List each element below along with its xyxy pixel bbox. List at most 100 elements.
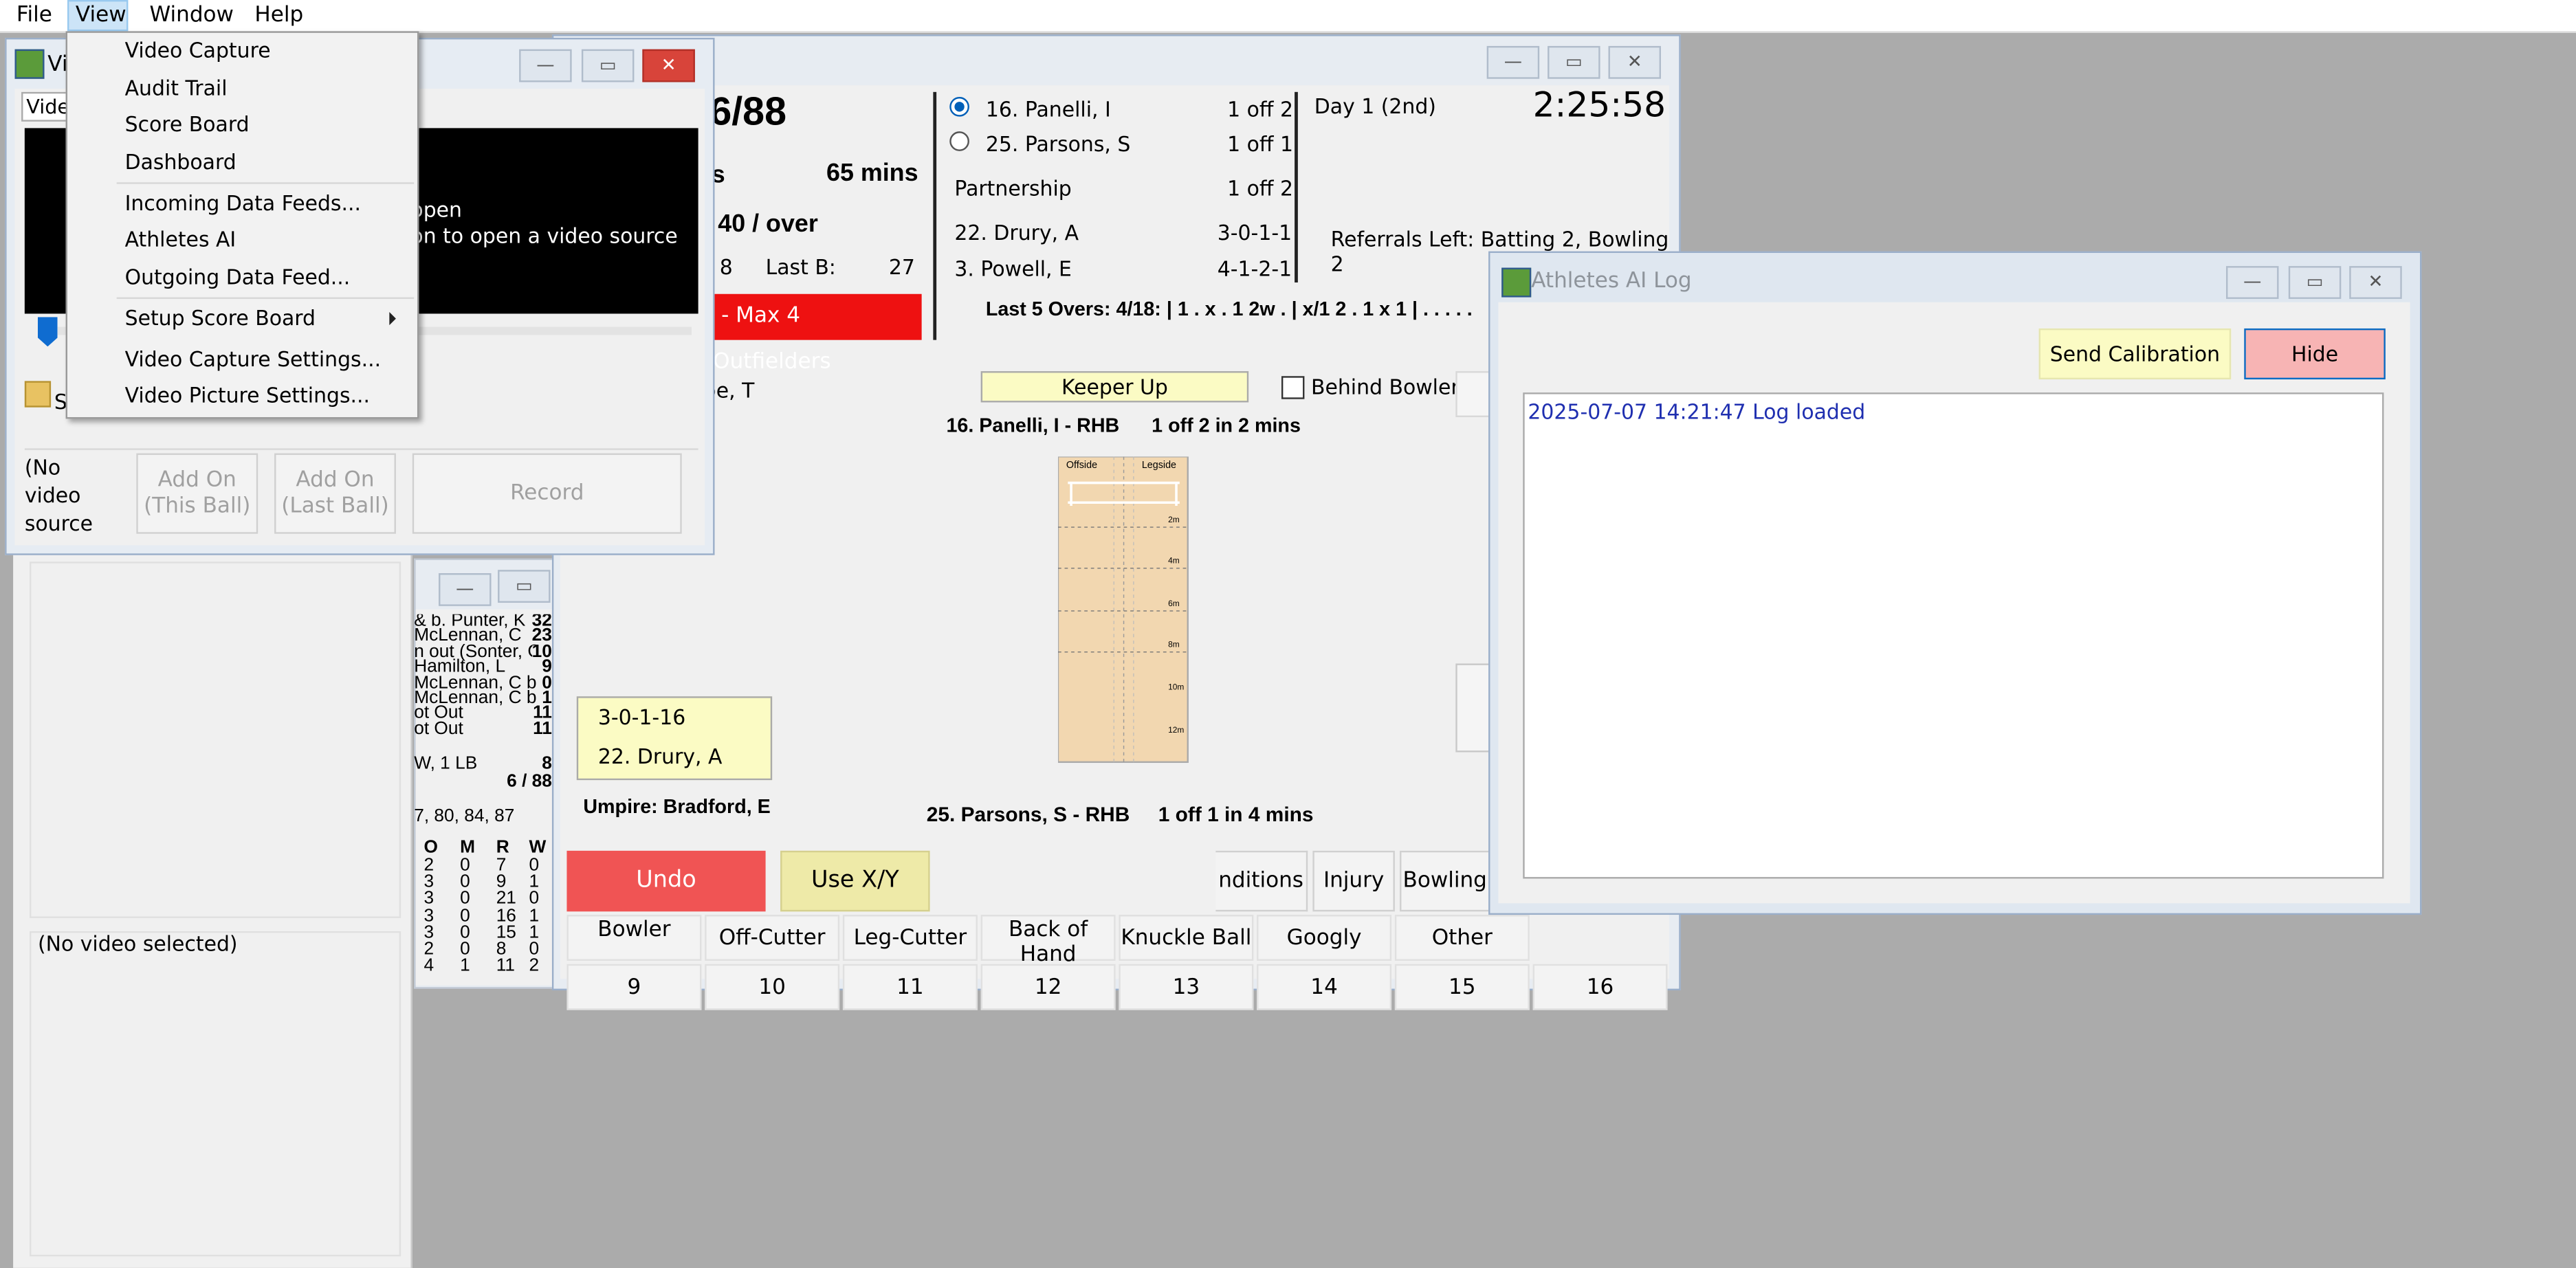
side-button-stub[interactable] xyxy=(1455,371,1492,417)
menu-item-dashboard[interactable]: Dashboard xyxy=(125,149,236,174)
bowling-header: W xyxy=(529,837,547,858)
app-icon xyxy=(14,49,45,79)
menu-item-video-picture-settings[interactable]: Video Picture Settings... xyxy=(125,383,370,408)
number-button[interactable]: 16 xyxy=(1532,964,1668,1010)
no-video-source: (No video source xyxy=(25,454,93,537)
bowling-cell: 21 xyxy=(496,889,516,909)
menu-item-video-capture-settings[interactable]: Video Capture Settings... xyxy=(125,346,381,371)
striker-figures: 1 off 2 xyxy=(1227,96,1293,122)
keeper-up-button[interactable]: Keeper Up xyxy=(980,371,1249,403)
menu-item-setup-score-board[interactable]: Setup Score Board xyxy=(125,305,316,330)
extras-value: 8 xyxy=(542,753,552,774)
log-client: Send Calibration Hide 2025-07-07 14:21:4… xyxy=(1498,302,2410,904)
menu-view[interactable]: View xyxy=(76,3,126,28)
log-maximize-button[interactable]: ▭ xyxy=(2288,266,2342,299)
fielders-banner-text: - Max 4 Outfielders xyxy=(713,304,831,375)
bowler2-name: 3. Powell, E xyxy=(954,256,1072,281)
video-minimize-button[interactable]: — xyxy=(519,49,572,82)
number-button[interactable]: 14 xyxy=(1257,964,1392,1010)
number-button[interactable]: 11 xyxy=(842,964,978,1010)
bowling-button[interactable]: Bowling xyxy=(1400,850,1490,912)
delivery-type-button[interactable]: Leg-Cutter xyxy=(842,915,978,961)
video-thumbnail-area xyxy=(30,561,401,918)
main-minimize-button[interactable]: — xyxy=(1486,45,1540,79)
side-panel-stub xyxy=(1455,663,1492,753)
use-xy-button[interactable]: Use X/Y xyxy=(780,850,930,912)
no-source-line3: source xyxy=(24,511,93,536)
scorecard-minimize-button[interactable]: — xyxy=(439,573,492,606)
video-close-button[interactable]: ✕ xyxy=(642,49,695,82)
number-button[interactable]: 10 xyxy=(705,964,840,1010)
menu-separator xyxy=(116,297,415,299)
no-source-line1: (No xyxy=(24,454,61,480)
behind-bowler-checkbox[interactable] xyxy=(1281,376,1305,399)
log-minimize-button[interactable]: — xyxy=(2226,266,2279,299)
number-button[interactable]: 12 xyxy=(980,964,1116,1010)
delivery-type-button[interactable]: Googly xyxy=(1257,915,1392,961)
delivery-type-button[interactable]: Knuckle Ball xyxy=(1119,915,1254,961)
bowling-header: R xyxy=(496,837,509,858)
log-textbox[interactable]: 2025-07-07 14:21:47 Log loaded xyxy=(1523,392,2384,879)
delivery-type-button[interactable]: Back of Hand xyxy=(980,915,1116,968)
video-overlay-line2: on to open a video source xyxy=(410,223,678,248)
delivery-type-button[interactable]: Off-Cutter xyxy=(705,915,840,961)
last-five-overs: Last 5 Overs: 4/18: | 1 . x . 1 2w . | x… xyxy=(985,297,1473,320)
bowling-cell: 0 xyxy=(460,889,470,909)
add-on-this-ball-button[interactable]: Add On (This Ball) xyxy=(136,453,258,534)
pitch-map[interactable]: Offside Legside 2m 4m 6m 8m 10m 12m xyxy=(1057,456,1189,764)
menu-item-outgoing-data-feed[interactable]: Outgoing Data Feed... xyxy=(125,265,351,289)
log-window-title: Athletes AI Log xyxy=(1531,269,1692,294)
conditions-button[interactable]: nditions xyxy=(1215,850,1308,912)
match-clock: 2:25:58 xyxy=(1532,85,1666,125)
menu-item-audit-trail[interactable]: Audit Trail xyxy=(125,76,228,100)
menu-bar: File View Window Help xyxy=(0,0,2576,33)
bowler-box-name: 22. Drury, A xyxy=(597,744,723,769)
pitch-distance-mark: 2m xyxy=(1168,515,1180,524)
folder-icon[interactable] xyxy=(24,381,52,408)
bowling-cell: 4 xyxy=(423,956,434,976)
bowler1-name: 22. Drury, A xyxy=(954,220,1079,245)
timeline-slider-thumb[interactable] xyxy=(37,317,58,347)
number-button[interactable]: 13 xyxy=(1119,964,1254,1010)
run-rate: 40 / over xyxy=(718,210,818,238)
hide-button[interactable]: Hide xyxy=(2244,328,2386,380)
record-button[interactable]: Record xyxy=(412,453,682,534)
last-b-value: 27 xyxy=(888,254,915,280)
number-row: 9 10 11 12 13 14 15 16 xyxy=(566,964,1668,1014)
menu-item-incoming-data-feeds[interactable]: Incoming Data Feeds... xyxy=(125,190,361,215)
pitch-distance-mark: 4m xyxy=(1168,556,1180,566)
extras-label: W, 1 LB xyxy=(414,753,478,774)
submenu-arrow-icon xyxy=(389,312,396,326)
menu-window[interactable]: Window xyxy=(149,3,234,28)
athletes-ai-log-window: Athletes AI Log — ▭ ✕ Send Calibration H… xyxy=(1488,251,2422,915)
bowling-cell: 3 xyxy=(423,889,434,909)
nonstriker-radio[interactable] xyxy=(949,131,969,151)
striker-radio[interactable] xyxy=(949,96,969,117)
menu-file[interactable]: File xyxy=(16,3,52,28)
scorecard-maximize-button[interactable]: ▭ xyxy=(498,570,551,603)
menu-help[interactable]: Help xyxy=(254,3,303,28)
video-list-panel: (No video selected) xyxy=(13,548,412,1268)
send-calibration-button[interactable]: Send Calibration xyxy=(2038,328,2232,380)
menu-item-athletes-ai[interactable]: Athletes AI xyxy=(125,227,236,252)
batting-card: & b. Punter, K 32 McLennan, C 23 n out (Sont… xyxy=(414,614,555,984)
delivery-type-button[interactable]: Other xyxy=(1394,915,1530,961)
menu-item-video-capture[interactable]: Video Capture xyxy=(125,38,271,63)
video-maximize-button[interactable]: ▭ xyxy=(581,49,635,82)
bowler-box[interactable]: 3-0-1-16 22. Drury, A xyxy=(576,696,773,781)
bowler1-figures: 3-0-1-1 xyxy=(1217,220,1292,245)
last-b-label: Last B: xyxy=(765,254,836,280)
number-button[interactable]: 9 xyxy=(566,964,702,1010)
injury-button[interactable]: Injury xyxy=(1312,850,1395,912)
main-close-button[interactable]: ✕ xyxy=(1608,45,1661,79)
umpire-label: Umpire: Bradford, E xyxy=(583,794,771,819)
menu-item-score-board[interactable]: Score Board xyxy=(125,111,250,136)
delivery-type-button[interactable]: Bowler xyxy=(566,915,702,961)
number-button[interactable]: 15 xyxy=(1394,964,1530,1010)
main-maximize-button[interactable]: ▭ xyxy=(1548,45,1600,79)
partnership-label: Partnership xyxy=(954,175,1072,201)
add-on-last-ball-button[interactable]: Add On (Last Ball) xyxy=(274,453,396,534)
undo-button[interactable]: Undo xyxy=(566,850,766,912)
team-score: 6/88 xyxy=(709,90,786,135)
log-close-button[interactable]: ✕ xyxy=(2349,266,2402,299)
